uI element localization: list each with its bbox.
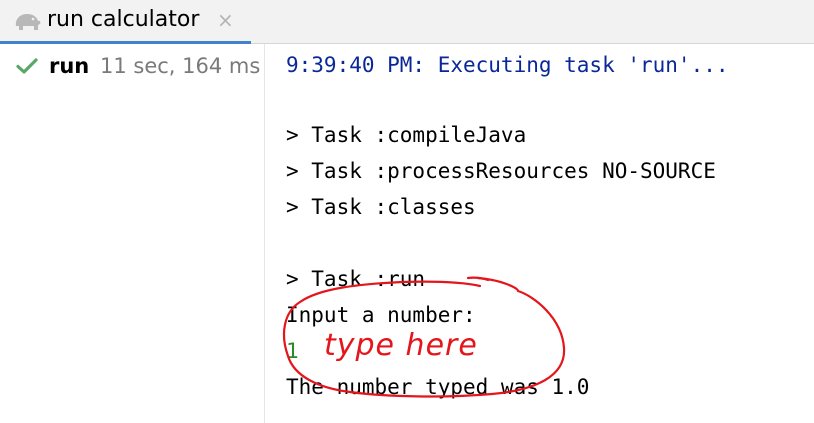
tab-run-calculator[interactable]: run calculator × xyxy=(0,0,251,45)
tree-item-run[interactable]: run 11 sec, 164 ms xyxy=(0,52,264,80)
close-icon[interactable]: × xyxy=(217,8,234,32)
console-line-prompt: Input a number: xyxy=(286,303,476,327)
check-icon xyxy=(16,58,38,74)
console-line-task-run: > Task :run xyxy=(286,267,426,291)
console-user-input[interactable]: 1 xyxy=(286,338,299,364)
gradle-elephant-icon xyxy=(15,14,41,30)
tree-item-duration: 11 sec, 164 ms xyxy=(100,54,261,78)
build-tree-panel: run 11 sec, 164 ms xyxy=(0,44,265,423)
console-line-header: 9:39:40 PM: Executing task 'run'... xyxy=(286,53,729,77)
console-line-task-classes: > Task :classes xyxy=(286,195,476,219)
tree-item-task-name: run xyxy=(49,54,90,78)
console-output[interactable]: 9:39:40 PM: Executing task 'run'... > Ta… xyxy=(266,44,814,423)
tab-title: run calculator xyxy=(47,7,200,32)
console-line-result: The number typed was 1.0 xyxy=(286,375,590,399)
console-line-task-compilejava: > Task :compileJava xyxy=(286,123,527,147)
run-tab-bar: run calculator × xyxy=(0,0,814,45)
console-line-task-processresources: > Task :processResources NO-SOURCE xyxy=(286,159,716,183)
